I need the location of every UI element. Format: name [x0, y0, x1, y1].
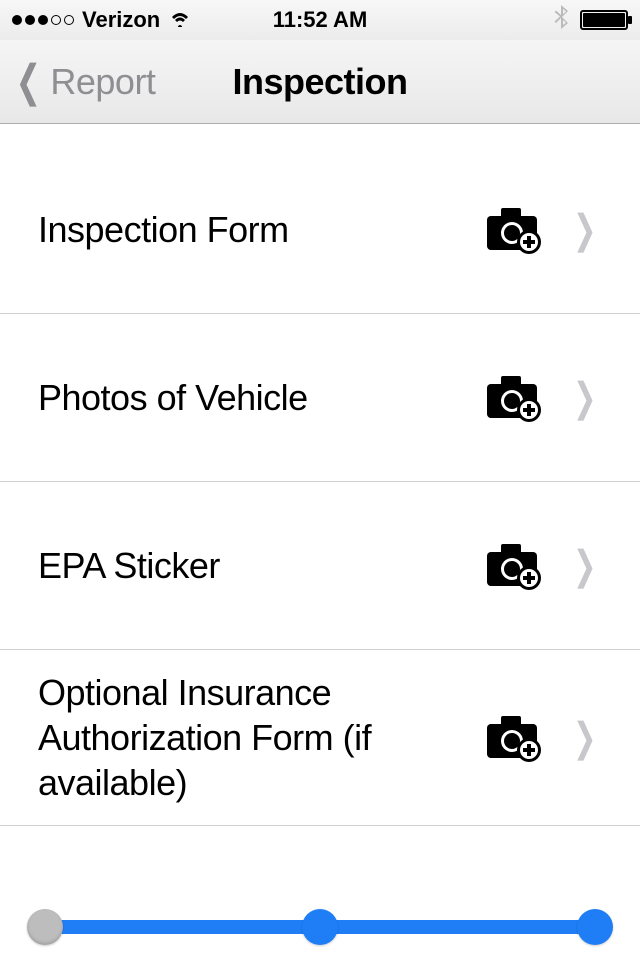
row-epa-sticker[interactable]: EPA Sticker ❯: [0, 482, 640, 650]
camera-plus-icon[interactable]: [480, 206, 552, 254]
battery-icon: [580, 10, 628, 30]
progress-knob-end[interactable]: [577, 909, 613, 945]
progress-slider[interactable]: [0, 920, 640, 934]
back-label: Report: [50, 61, 155, 103]
progress-knob-mid[interactable]: [302, 909, 338, 945]
row-label: EPA Sticker: [38, 543, 480, 588]
camera-plus-icon[interactable]: [480, 374, 552, 422]
progress-knob-start[interactable]: [27, 909, 63, 945]
row-photos-vehicle[interactable]: Photos of Vehicle ❯: [0, 314, 640, 482]
chevron-right-icon: ❯: [574, 207, 597, 253]
chevron-right-icon: ❯: [574, 375, 597, 421]
progress-track: [34, 920, 606, 934]
nav-bar: ❮ Report Inspection: [0, 40, 640, 124]
inspection-list: Inspection Form ❯ Photos of Vehicle: [0, 146, 640, 826]
row-label: Inspection Form: [38, 207, 480, 252]
row-insurance-auth[interactable]: Optional Insurance Authorization Form (i…: [0, 650, 640, 826]
clock: 11:52 AM: [0, 7, 640, 33]
chevron-right-icon: ❯: [574, 715, 597, 761]
row-label: Optional Insurance Authorization Form (i…: [38, 670, 480, 805]
back-button[interactable]: ❮ Report: [0, 56, 155, 107]
camera-plus-icon[interactable]: [480, 542, 552, 590]
chevron-right-icon: ❯: [574, 543, 597, 589]
camera-plus-icon[interactable]: [480, 714, 552, 762]
status-bar: Verizon 11:52 AM: [0, 0, 640, 40]
row-label: Photos of Vehicle: [38, 375, 480, 420]
row-inspection-form[interactable]: Inspection Form ❯: [0, 146, 640, 314]
chevron-left-icon: ❮: [15, 56, 40, 107]
